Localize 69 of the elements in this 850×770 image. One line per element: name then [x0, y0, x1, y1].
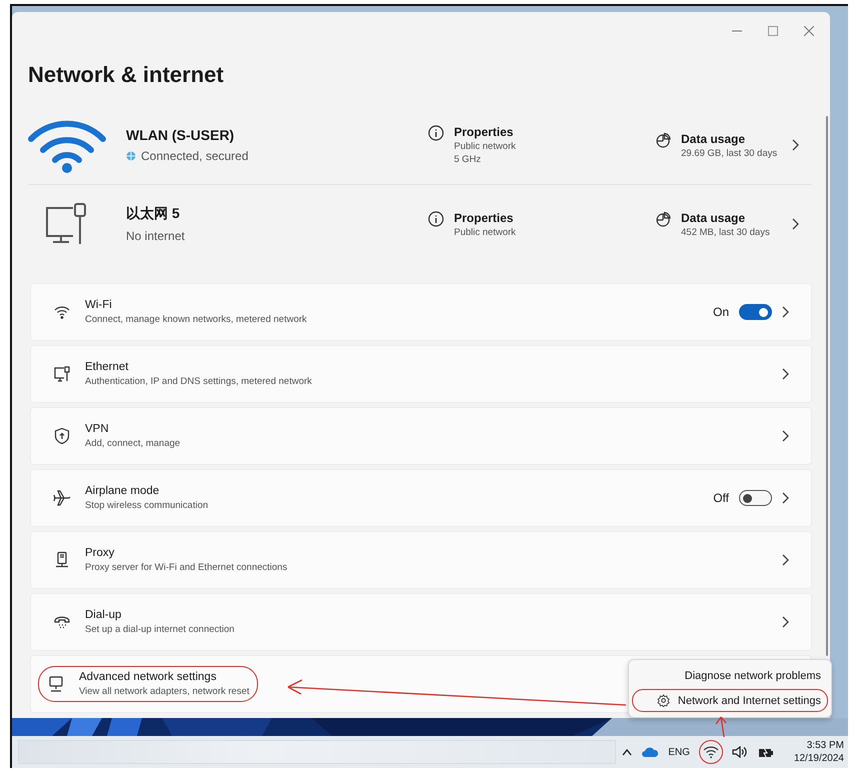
scrollbar[interactable] [826, 116, 828, 656]
clock-time[interactable]: 3:53 PM [806, 740, 844, 751]
wifi-icon[interactable] [700, 741, 722, 763]
computer-icon [47, 675, 65, 693]
chevron-right-icon[interactable] [782, 430, 789, 442]
setting-description: Proxy server for Wi-Fi and Ethernet connections [85, 562, 288, 573]
settings-icon [656, 694, 670, 707]
settings-card[interactable]: Proxy Proxy server for Wi-Fi and Ethernet connections [30, 531, 812, 589]
connection-status: No internet [126, 229, 185, 243]
chevron-right-icon[interactable] [782, 616, 789, 628]
chevron-right-icon[interactable] [792, 218, 799, 230]
ethernet-icon [53, 365, 71, 383]
setting-description: Set up a dial-up internet connection [85, 624, 234, 635]
toggle-state-label: On [712, 305, 729, 319]
network-name: WLAN (S-USER) [126, 127, 236, 143]
chevron-right-icon[interactable] [792, 139, 799, 151]
setting-description: Add, connect, manage [85, 438, 180, 449]
shield-icon [53, 427, 71, 445]
connection-status: Connected, secured [141, 149, 248, 163]
setting-title: Proxy [85, 547, 116, 559]
setting-title: Airplane mode [85, 485, 160, 497]
annotation-arrow [715, 716, 727, 738]
network-name: 以太网 5 [126, 205, 181, 223]
pie-chart-icon[interactable] [655, 210, 671, 226]
proxy-server-icon [53, 551, 71, 569]
data-usage-link[interactable]: Data usage [681, 210, 770, 224]
battery-icon[interactable] [758, 746, 774, 758]
toggle-switch[interactable] [739, 490, 772, 506]
language-indicator[interactable]: ENG [668, 746, 690, 758]
settings-card[interactable]: Dial-up Set up a dial-up internet connection [30, 593, 812, 651]
clock-date[interactable]: 12/19/2024 [794, 753, 844, 764]
properties-link[interactable]: Properties [454, 125, 516, 139]
setting-description: View all network adapters, network reset [79, 686, 250, 697]
settings-card[interactable]: Ethernet Authentication, IP and DNS settings, metered network [30, 345, 812, 403]
setting-description: Authentication, IP and DNS settings, metered network [85, 376, 312, 387]
chevron-right-icon[interactable] [782, 306, 789, 318]
page-title: Network & internet [27, 61, 225, 89]
info-icon[interactable] [428, 125, 444, 141]
property-value: Public network [454, 141, 516, 152]
chevron-right-icon[interactable] [782, 554, 789, 566]
property-value: 5 GHz [454, 154, 482, 165]
airplane-icon [53, 489, 71, 507]
setting-title: Advanced network settings [79, 671, 218, 683]
globe-icon [126, 151, 136, 161]
data-usage-link[interactable]: Data usage [681, 132, 778, 146]
maximize-icon[interactable] [768, 26, 778, 36]
property-value: Public network [454, 226, 516, 238]
chevron-right-icon[interactable] [782, 492, 789, 504]
settings-card[interactable]: Airplane mode Stop wireless communication Off [30, 469, 812, 527]
properties-link[interactable]: Properties [454, 210, 516, 224]
data-usage-value: 452 MB, last 30 days [681, 226, 770, 238]
pie-chart-icon[interactable] [655, 132, 671, 148]
speaker-icon[interactable] [732, 746, 748, 758]
setting-description: Connect, manage known networks, metered network [85, 314, 307, 325]
setting-title: Ethernet [85, 361, 130, 373]
cloud-icon[interactable] [642, 747, 658, 757]
info-icon[interactable] [428, 210, 444, 226]
chevron-up-icon[interactable] [622, 748, 632, 756]
toggle-switch[interactable] [739, 304, 772, 320]
chevron-right-icon[interactable] [782, 368, 789, 380]
settings-card[interactable]: VPN Add, connect, manage [30, 407, 812, 465]
close-icon[interactable] [804, 26, 814, 36]
settings-card[interactable]: Wi-Fi Connect, manage known networks, metered network On [30, 283, 812, 341]
setting-title: Wi-Fi [85, 299, 113, 311]
setting-title: Dial-up [85, 609, 122, 621]
setting-description: Stop wireless communication [85, 500, 208, 511]
data-usage-value: 29.69 GB, last 30 days [681, 148, 778, 158]
toggle-state-label: Off [713, 491, 729, 505]
setting-title: VPN [85, 423, 110, 435]
